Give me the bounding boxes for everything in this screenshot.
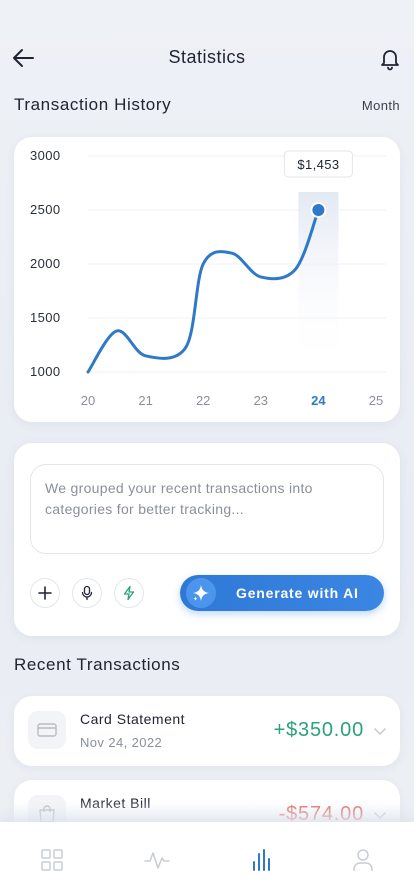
y-tick-label: 1500 bbox=[30, 310, 61, 325]
x-tick-label: 22 bbox=[196, 393, 210, 408]
quick-action-button[interactable] bbox=[114, 578, 144, 608]
grid-icon[interactable] bbox=[38, 846, 66, 874]
y-tick-label: 1000 bbox=[30, 364, 61, 379]
x-tick-label: 24 bbox=[311, 393, 326, 408]
data-point bbox=[312, 204, 325, 216]
chart-card: 3000 2500 2000 1500 1000 20 21 22 23 24 25 $1,453 bbox=[14, 137, 400, 422]
user-icon[interactable] bbox=[349, 846, 377, 874]
generate-ai-label: Generate with AI bbox=[236, 585, 359, 601]
card-icon bbox=[37, 723, 57, 737]
recent-title: Recent Transactions bbox=[14, 655, 181, 674]
sparkle-icon-wrap bbox=[186, 578, 216, 608]
series-line bbox=[86, 208, 320, 374]
history-title: Transaction History bbox=[14, 95, 172, 114]
chevron-down-icon[interactable] bbox=[372, 723, 388, 739]
x-tick-label: 21 bbox=[138, 393, 152, 408]
ai-prompt-input[interactable]: We grouped your recent transactions into… bbox=[30, 464, 384, 554]
transaction-amount: +$350.00 bbox=[273, 719, 364, 741]
recent-header: Recent Transactions bbox=[14, 655, 400, 679]
tooltip-value: $1,453 bbox=[297, 157, 339, 172]
microphone-button[interactable] bbox=[72, 578, 102, 608]
sparkle-icon bbox=[193, 585, 209, 601]
x-tick-label: 20 bbox=[81, 393, 95, 408]
page-title: Statistics bbox=[168, 47, 246, 67]
period-select[interactable]: Month bbox=[362, 98, 400, 113]
add-button[interactable] bbox=[30, 578, 60, 608]
y-tick-label: 3000 bbox=[30, 148, 61, 163]
chevron-down-icon[interactable] bbox=[372, 807, 388, 823]
notifications-button[interactable] bbox=[376, 44, 404, 72]
transaction-date: Nov 24, 2022 bbox=[80, 735, 163, 750]
transaction-row[interactable]: Card Statement Nov 24, 2022 +$350.00 bbox=[14, 696, 400, 766]
ai-card: We grouped your recent transactions into… bbox=[14, 443, 400, 636]
x-tick-label: 23 bbox=[254, 393, 268, 408]
transaction-title: Market Bill bbox=[80, 795, 151, 811]
highlight-column bbox=[298, 192, 339, 372]
x-tick-label: 25 bbox=[369, 393, 383, 408]
history-header: Transaction History Month bbox=[14, 95, 400, 119]
y-tick-label: 2000 bbox=[30, 256, 61, 271]
generate-ai-button[interactable]: Generate with AI bbox=[180, 575, 384, 611]
microphone-icon bbox=[81, 585, 93, 601]
bell-icon bbox=[381, 50, 399, 71]
plus-icon bbox=[38, 586, 52, 600]
transaction-icon-box bbox=[28, 711, 66, 749]
lightning-icon bbox=[123, 585, 135, 601]
header: Statistics bbox=[0, 40, 414, 76]
transaction-title: Card Statement bbox=[80, 711, 186, 727]
transaction-chart: 3000 2500 2000 1500 1000 20 21 22 23 24 25 $1,453 bbox=[30, 148, 386, 408]
bottom-nav bbox=[0, 822, 414, 896]
bar-chart-icon[interactable] bbox=[248, 846, 276, 874]
activity-icon[interactable] bbox=[143, 846, 171, 874]
y-tick-label: 2500 bbox=[30, 202, 61, 217]
